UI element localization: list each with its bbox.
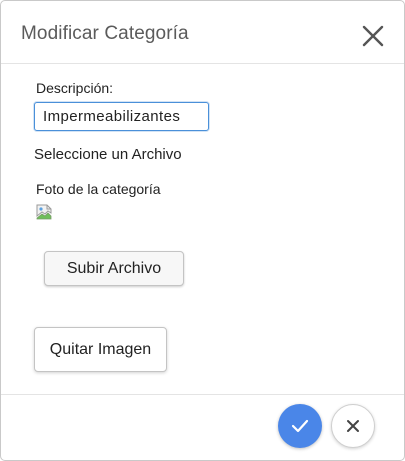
- dialog-header: Modificar Categoría: [1, 1, 404, 64]
- footer-divider: [1, 394, 404, 395]
- x-icon: [347, 420, 359, 432]
- cancel-button[interactable]: [331, 404, 375, 448]
- modify-category-dialog: Modificar Categoría Descripción: Selecci…: [0, 0, 405, 461]
- check-icon: [291, 419, 309, 433]
- select-file-text: Seleccione un Archivo: [34, 146, 182, 163]
- description-label: Descripción:: [36, 80, 114, 96]
- close-icon: [362, 25, 384, 47]
- remove-image-button[interactable]: Quitar Imagen: [34, 327, 167, 372]
- description-input[interactable]: [34, 102, 209, 131]
- upload-file-button[interactable]: Subir Archivo: [44, 251, 184, 286]
- category-photo-label: Foto de la categoría: [36, 181, 161, 197]
- dialog-title: Modificar Categoría: [21, 23, 189, 44]
- confirm-button[interactable]: [278, 404, 322, 448]
- broken-image-icon: [35, 203, 53, 221]
- close-button[interactable]: [357, 20, 389, 52]
